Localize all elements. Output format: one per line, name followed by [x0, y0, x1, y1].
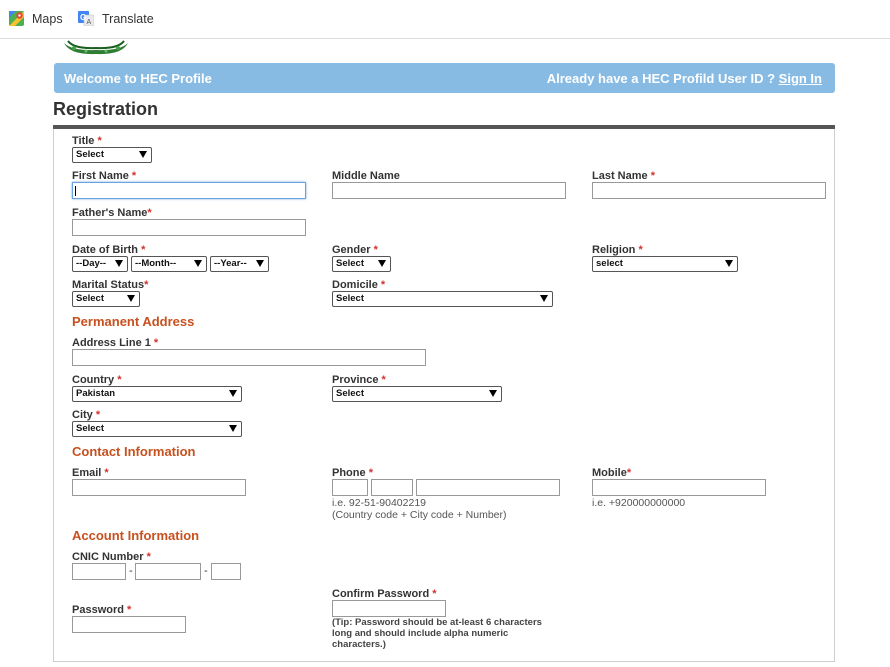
- permanent-address-heading: Permanent Address: [72, 314, 195, 329]
- already-have-id-text: Already have a HEC Profild User ID ?: [546, 71, 776, 86]
- sign-in-link[interactable]: Sign In: [779, 71, 822, 86]
- confirm-password-label: Confirm Password *: [332, 588, 437, 600]
- religion-label: Religion *: [592, 244, 643, 256]
- last-name-label: Last Name *: [592, 170, 655, 182]
- bookmark-maps[interactable]: Maps: [9, 11, 63, 26]
- password-input[interactable]: [72, 616, 186, 633]
- dob-month-select[interactable]: --Month--: [131, 256, 207, 272]
- email-label: Email *: [72, 467, 109, 479]
- chevron-down-icon: [725, 260, 733, 267]
- password-label: Password *: [72, 604, 132, 616]
- welcome-text: Welcome to HEC Profile: [64, 71, 212, 86]
- chevron-down-icon: [139, 151, 147, 158]
- phone-city-code-input[interactable]: [371, 479, 413, 496]
- bookmark-maps-label: Maps: [32, 11, 63, 26]
- chevron-down-icon: [378, 260, 386, 267]
- domicile-label: Domicile *: [332, 279, 386, 291]
- city-select[interactable]: Select: [72, 421, 242, 437]
- phone-label: Phone *: [332, 467, 373, 479]
- marital-status-select[interactable]: Select: [72, 291, 140, 307]
- cnic-dash: -: [129, 565, 133, 577]
- phone-number-input[interactable]: [416, 479, 560, 496]
- last-name-input[interactable]: [592, 182, 826, 199]
- city-label: City *: [72, 409, 101, 421]
- country-label: Country *: [72, 374, 122, 386]
- province-label: Province *: [332, 374, 386, 386]
- mobile-input[interactable]: [592, 479, 766, 496]
- translate-icon: G A: [78, 11, 94, 26]
- chevron-down-icon: [489, 390, 497, 397]
- religion-select[interactable]: select: [592, 256, 738, 272]
- bookmark-translate-label: Translate: [102, 11, 154, 26]
- country-select[interactable]: Pakistan: [72, 386, 242, 402]
- phone-hint-example: i.e. 92-51-90402219: [332, 497, 426, 509]
- father-name-label: Father's Name*: [72, 207, 152, 219]
- gender-select[interactable]: Select: [332, 256, 391, 272]
- svg-text:A: A: [87, 19, 92, 26]
- sign-in-prompt: Already have a HEC Profild User ID ? Sig…: [547, 71, 822, 86]
- cnic-label: CNIC Number *: [72, 551, 151, 563]
- chevron-down-icon: [229, 390, 237, 397]
- bookmark-translate[interactable]: G A Translate: [78, 11, 154, 26]
- title-select[interactable]: Select: [72, 147, 152, 163]
- phone-country-code-input[interactable]: [332, 479, 368, 496]
- chevron-down-icon: [194, 260, 202, 267]
- dob-year-select[interactable]: --Year--: [210, 256, 269, 272]
- middle-name-label: Middle Name: [332, 170, 400, 182]
- svg-text:G: G: [80, 13, 86, 22]
- domicile-select[interactable]: Select: [332, 291, 553, 307]
- chevron-down-icon: [229, 425, 237, 432]
- first-name-input[interactable]: [72, 182, 306, 199]
- mobile-hint: i.e. +920000000000: [592, 497, 686, 509]
- address-line1-input[interactable]: [72, 349, 426, 366]
- cnic-part1-input[interactable]: [72, 563, 126, 580]
- email-input[interactable]: [72, 479, 246, 496]
- maps-icon: [9, 11, 24, 26]
- chevron-down-icon: [540, 295, 548, 302]
- province-select[interactable]: Select: [332, 386, 502, 402]
- bookmarks-bar: Maps G A Translate: [0, 0, 890, 39]
- cnic-dash: -: [204, 565, 208, 577]
- contact-information-heading: Contact Information: [72, 444, 196, 459]
- marital-status-label: Marital Status*: [72, 279, 149, 291]
- chevron-down-icon: [256, 260, 264, 267]
- chevron-down-icon: [127, 295, 135, 302]
- mobile-label: Mobile*: [592, 467, 632, 479]
- title-label: Title *: [72, 135, 102, 147]
- cnic-part2-input[interactable]: [135, 563, 201, 580]
- dob-label: Date of Birth *: [72, 244, 146, 256]
- father-name-input[interactable]: [72, 219, 306, 236]
- gender-label: Gender *: [332, 244, 378, 256]
- page-title: Registration: [53, 99, 159, 119]
- hec-logo-icon: [64, 40, 128, 55]
- account-information-heading: Account Information: [72, 528, 200, 543]
- first-name-label: First Name *: [72, 170, 137, 182]
- middle-name-input[interactable]: [332, 182, 566, 199]
- chevron-down-icon: [115, 260, 123, 267]
- dob-day-select[interactable]: --Day--: [72, 256, 128, 272]
- password-tip: (Tip: Password should be at-least 6 char…: [332, 617, 542, 650]
- confirm-password-input[interactable]: [332, 600, 446, 617]
- cnic-part3-input[interactable]: [211, 563, 241, 580]
- text-caret: [75, 186, 76, 196]
- address-line1-label: Address Line 1 *: [72, 337, 159, 349]
- phone-hint-format: (Country code + City code + Number): [332, 509, 507, 521]
- welcome-banner: Welcome to HEC Profile Already have a HE…: [54, 63, 835, 93]
